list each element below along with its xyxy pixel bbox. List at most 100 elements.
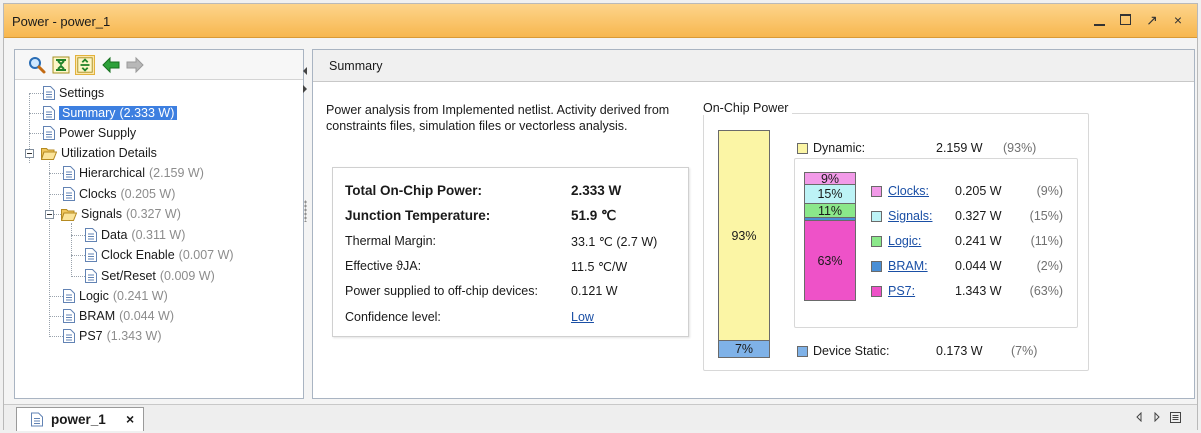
window-title: Power - power_1 — [12, 14, 111, 29]
summary-header: Summary — [313, 50, 1194, 82]
file-icon — [43, 106, 55, 120]
tab-list-icon[interactable] — [1170, 412, 1181, 423]
tree-connector — [29, 93, 43, 94]
device-static-value: 0.173 W — [936, 344, 983, 358]
confidence-level-link[interactable]: Low — [571, 310, 594, 324]
file-icon — [43, 86, 55, 100]
tree-connector — [71, 235, 85, 236]
breakdown-swatch — [871, 236, 882, 247]
tab-scroll-right-icon[interactable] — [1153, 412, 1161, 422]
file-icon — [63, 166, 75, 180]
breakdown-value: 1.343 W — [955, 284, 1002, 298]
forward-arrow-icon — [126, 56, 144, 74]
tree-connector — [29, 113, 43, 114]
tree-toolbar — [15, 50, 303, 80]
dynamic-swatch — [797, 143, 808, 154]
breakdown-swatch — [871, 286, 882, 297]
breakdown-segment: 63% — [805, 220, 855, 300]
document-tab-bar: power_1 × — [4, 404, 1197, 431]
tree-item-clocks[interactable]: Clocks (0.205 W) — [63, 185, 175, 203]
file-icon — [63, 289, 75, 303]
search-icon — [29, 57, 46, 74]
tree-item-summary[interactable]: Summary (2.333 W) — [43, 104, 178, 122]
total-power-bar: 93% 7% — [718, 130, 770, 358]
close-button[interactable]: × — [1171, 11, 1185, 29]
summary-row: Thermal Margin: 33.1 ℃ (2.7 W) — [345, 234, 658, 249]
breakdown-link[interactable]: Signals: — [888, 208, 932, 224]
breakdown-segment: 11% — [805, 203, 855, 218]
file-icon — [63, 309, 75, 323]
breakdown-segment: 15% — [805, 184, 855, 203]
tree-connector — [29, 133, 43, 134]
tree-connector — [49, 173, 63, 174]
tree-connector — [71, 276, 85, 277]
minimize-icon — [1094, 24, 1105, 26]
breakdown-link[interactable]: PS7: — [888, 283, 915, 299]
navigation-pane: Settings Summary (2.333 W) Power Supply U… — [14, 49, 304, 399]
segment-label: 11% — [817, 203, 843, 218]
breakdown-percent: (2%) — [1036, 259, 1063, 273]
dynamic-value: 2.159 W — [936, 141, 983, 155]
file-icon — [85, 248, 97, 262]
tree-item-power-supply[interactable]: Power Supply — [43, 124, 136, 142]
tree-item-bram[interactable]: BRAM (0.044 W) — [63, 307, 174, 325]
restore-button[interactable]: ↗ — [1145, 11, 1159, 29]
tree-connector — [49, 296, 63, 297]
tree-item-clock-enable[interactable]: Clock Enable (0.007 W) — [85, 246, 234, 264]
breakdown-link[interactable]: BRAM: — [888, 258, 928, 274]
total-power-segment: 93% — [719, 131, 769, 340]
breakdown-link[interactable]: Logic: — [888, 233, 921, 249]
title-bar: Power - power_1 ↗ × — [4, 4, 1197, 38]
minimize-button[interactable] — [1093, 11, 1107, 29]
tree-connector — [49, 194, 63, 195]
tab-scroll-left-icon[interactable] — [1135, 412, 1143, 422]
maximize-button[interactable] — [1119, 11, 1133, 29]
breakdown-swatch — [871, 186, 882, 197]
tree-connector — [49, 162, 50, 335]
folder-open-icon — [61, 209, 77, 221]
collapse-left-arrow-icon[interactable] — [301, 66, 309, 76]
tree-item-utilization-details[interactable]: Utilization Details — [41, 144, 157, 162]
collapse-all-icon — [52, 56, 70, 74]
tree-connector — [49, 336, 63, 337]
tree-item-settings[interactable]: Settings — [43, 84, 104, 102]
tree-item-hierarchical[interactable]: Hierarchical (2.159 W) — [63, 164, 204, 182]
tree-item-data[interactable]: Data (0.311 W) — [85, 226, 185, 244]
search-button[interactable] — [27, 55, 47, 75]
total-power-segment: 7% — [719, 340, 769, 357]
restore-icon: ↗ — [1146, 12, 1158, 28]
breakdown-percent: (63%) — [1029, 284, 1063, 298]
forward-button[interactable] — [125, 55, 145, 75]
close-icon: × — [1173, 12, 1183, 28]
collapse-toggle[interactable] — [25, 149, 34, 158]
folder-open-icon — [41, 148, 57, 160]
breakdown-value: 0.044 W — [955, 259, 1002, 273]
back-button[interactable] — [101, 55, 121, 75]
breakdown-link[interactable]: Clocks: — [888, 183, 929, 199]
file-icon — [85, 228, 97, 242]
segment-label: 63% — [817, 253, 843, 268]
tree-item-logic[interactable]: Logic (0.241 W) — [63, 287, 168, 305]
summary-pane: Summary Power analysis from Implemented … — [312, 49, 1195, 399]
breakdown-value: 0.241 W — [955, 234, 1002, 248]
expand-all-button[interactable] — [75, 55, 95, 75]
back-arrow-icon — [102, 56, 120, 74]
tab-power-1[interactable]: power_1 × — [16, 407, 144, 431]
breakdown-percent: (15%) — [1029, 209, 1063, 223]
file-icon — [63, 187, 75, 201]
device-static-percent: (7%) — [1011, 344, 1038, 358]
tree-connector — [71, 223, 72, 277]
summary-row: Effective ϑJA: 11.5 ℃/W — [345, 259, 628, 274]
tree-item-ps7[interactable]: PS7 (1.343 W) — [63, 327, 162, 345]
tree-item-set-reset[interactable]: Set/Reset (0.009 W) — [85, 267, 215, 285]
tree-item-signals[interactable]: Signals (0.327 W) — [61, 205, 181, 223]
collapse-toggle[interactable] — [45, 210, 54, 219]
splitter-grip[interactable] — [304, 200, 307, 222]
tab-close-icon[interactable]: × — [126, 411, 134, 427]
collapse-all-button[interactable] — [51, 55, 71, 75]
breakdown-percent: (9%) — [1036, 184, 1063, 198]
expand-right-arrow-icon[interactable] — [301, 84, 309, 94]
dynamic-legend: Dynamic: — [813, 141, 866, 155]
breakdown-swatch — [871, 211, 882, 222]
summary-row: Confidence level: Low — [345, 310, 594, 324]
